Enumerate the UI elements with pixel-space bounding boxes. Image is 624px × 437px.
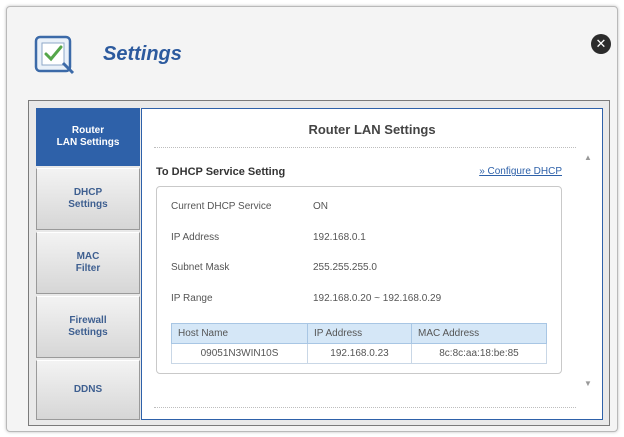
column-header-ip-address: IP Address <box>307 323 412 344</box>
content-title: Router LAN Settings <box>308 122 436 137</box>
settings-checklist-icon <box>34 35 75 75</box>
settings-window: Settings Router LAN Settings DHCP Settin… <box>6 6 618 432</box>
divider <box>154 407 576 408</box>
subnet-mask-label: Subnet Mask <box>171 262 230 273</box>
ip-address-value: 192.168.0.1 <box>313 232 366 243</box>
dhcp-clients-table: Host Name IP Address MAC Address 09051N3… <box>171 323 547 364</box>
divider <box>154 147 576 148</box>
sidebar-item-router-lan-settings[interactable]: Router LAN Settings <box>36 108 140 166</box>
host-name-cell: 09051N3WIN10S <box>171 343 308 364</box>
sidebar-item-ddns[interactable]: DDNS <box>36 360 140 420</box>
scroll-down-icon[interactable]: ▼ <box>584 379 592 388</box>
close-icon[interactable]: ✕ <box>591 34 611 54</box>
sidebar-item-firewall-settings[interactable]: Firewall Settings <box>36 296 140 358</box>
ip-address-label: IP Address <box>171 232 220 243</box>
content-area: Router LAN Settings To DHCP Service Sett… <box>141 108 603 420</box>
table-header-row: Host Name IP Address MAC Address <box>171 323 547 344</box>
section-title: To DHCP Service Setting <box>156 166 286 178</box>
ip-range-label: IP Range <box>171 293 213 304</box>
ip-address-cell: 192.168.0.23 <box>307 343 412 364</box>
subnet-mask-value: 255.255.255.0 <box>313 262 377 273</box>
column-header-host-name: Host Name <box>171 323 308 344</box>
sidebar-item-dhcp-settings[interactable]: DHCP Settings <box>36 168 140 230</box>
mac-address-cell: 8c:8c:aa:18:be:85 <box>411 343 547 364</box>
scroll-up-icon[interactable]: ▲ <box>584 153 592 162</box>
ip-range-value: 192.168.0.20 ~ 192.168.0.29 <box>313 293 442 304</box>
table-row: 09051N3WIN10S 192.168.0.23 8c:8c:aa:18:b… <box>171 343 547 364</box>
dhcp-info-box: Current DHCP Service ON IP Address 192.1… <box>156 186 562 374</box>
configure-dhcp-link[interactable]: » Configure DHCP <box>479 166 562 177</box>
page-title: Settings <box>103 43 182 65</box>
settings-panel: Router LAN Settings DHCP Settings MAC Fi… <box>28 100 610 426</box>
current-dhcp-service-label: Current DHCP Service <box>171 201 272 212</box>
column-header-mac-address: MAC Address <box>411 323 547 344</box>
current-dhcp-service-value: ON <box>313 201 328 212</box>
sidebar: Router LAN Settings DHCP Settings MAC Fi… <box>36 108 140 420</box>
sidebar-item-mac-filter[interactable]: MAC Filter <box>36 232 140 294</box>
